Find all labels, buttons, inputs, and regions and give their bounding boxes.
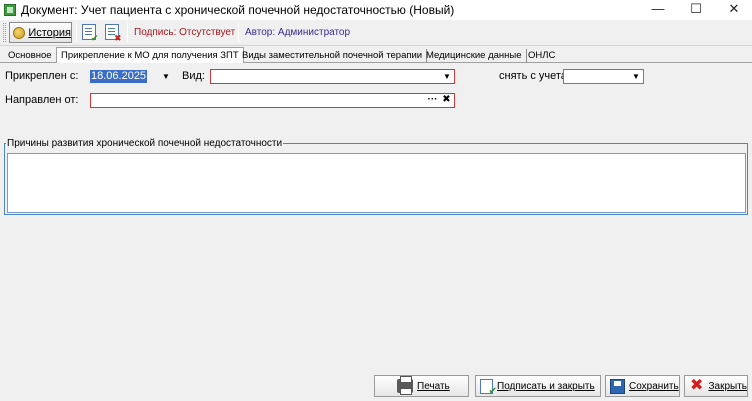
tab-onls[interactable]: ОНЛС [524,49,559,63]
close-window-button[interactable]: ✕ [714,0,752,20]
attached-from-label: Прикреплен с: [5,70,79,82]
toolbar-separator [127,23,128,42]
maximize-button[interactable]: ☐ [676,0,716,20]
history-icon [13,26,26,39]
sign-document-icon[interactable]: ✔ [82,24,99,43]
printer-icon [397,376,413,395]
sign-close-label: Подписать и закрыть [497,380,595,392]
type-dropdown-icon[interactable]: ▼ [441,70,453,83]
referred-from-field[interactable]: ··· ✖ [90,93,455,108]
tab-therapy-types[interactable]: Виды заместительной почечной терапии [238,49,428,63]
tab-main[interactable]: Основное [4,49,57,63]
clear-field-icon[interactable]: ✖ [440,94,453,107]
select-ellipsis-button[interactable]: ··· [426,94,439,107]
date-dropdown-icon[interactable]: ▼ [160,70,172,83]
tab-strip: Основное Прикрепление к МО для получения… [0,47,752,64]
reasons-legend: Причины развития хронической почечной не… [6,138,284,149]
document-app-icon [4,4,16,16]
attached-from-date[interactable]: 18.06.2025 ▼ [90,69,174,84]
close-label: Закрыть [708,380,747,392]
print-button[interactable]: Печать [374,375,469,397]
deregister-combo[interactable]: ▼ [563,69,644,84]
sign-close-icon [480,378,497,397]
type-combo[interactable]: ▼ [210,69,455,84]
attached-from-value[interactable]: 18.06.2025 [90,70,148,83]
deregister-label: снять с учета: [499,70,570,82]
toolbar-separator [76,23,77,42]
deregister-dropdown-icon[interactable]: ▼ [630,70,642,83]
toolbar-separator [238,23,239,42]
button-bar: Печать Подписать и закрыть Сохранить ✖ З… [0,372,752,401]
save-icon [610,378,625,394]
toolbar-grip[interactable] [3,23,6,42]
minimize-button[interactable]: — [638,0,678,20]
reasons-textarea[interactable] [7,153,746,213]
toolbar: История ✔ ✖ Подпись: Отсутствует Автор: … [0,20,752,46]
tab-attachment[interactable]: Прикрепление к МО для получения ЗПТ [56,47,244,64]
referred-from-label: Направлен от: [5,94,79,106]
save-button[interactable]: Сохранить [605,375,680,397]
tab-medical-data[interactable]: Медицинские данные [422,49,527,63]
history-button[interactable]: История [9,22,72,43]
tab-panel [0,63,752,373]
type-label: Вид: [182,70,205,82]
title-bar: Документ: Учет пациента с хронической по… [0,0,752,20]
author-status[interactable]: Автор: Администратор [245,27,350,38]
history-label: История [28,26,71,39]
close-icon: ✖ [690,377,704,394]
save-label: Сохранить [629,380,679,392]
window-title: Документ: Учет пациента с хронической по… [21,3,455,17]
remove-signature-icon[interactable]: ✖ [105,24,122,43]
signature-status[interactable]: Подпись: Отсутствует [134,27,235,38]
print-label: Печать [417,380,450,392]
close-button[interactable]: ✖ Закрыть [684,375,748,397]
sign-and-close-button[interactable]: Подписать и закрыть [475,375,601,397]
